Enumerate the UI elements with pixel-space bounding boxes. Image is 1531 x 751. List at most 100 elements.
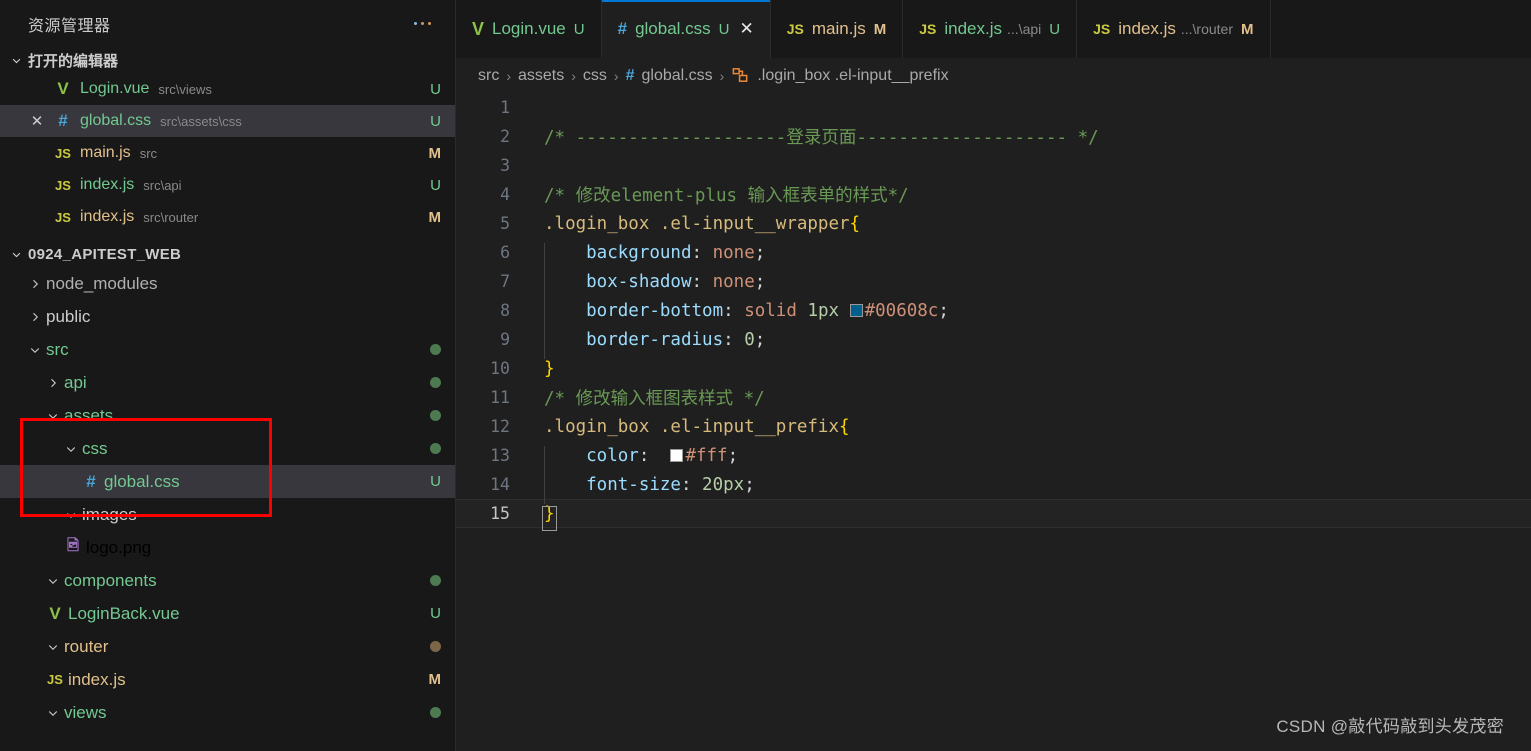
vue-file-icon: V (57, 79, 69, 98)
open-editor-path: src\api (143, 177, 182, 193)
tab-global-css[interactable]: # global.css U ✕ (601, 0, 771, 58)
breadcrumb-item-src[interactable]: src (478, 67, 499, 85)
tree-item-loginback-vue[interactable]: V LoginBack.vue U (0, 597, 455, 630)
code-line-2: 2 /* --------------------登录页面------------… (456, 122, 1531, 151)
code-token: : (723, 329, 745, 350)
code-text[interactable]: border-bottom: solid 1px #00608c; (534, 300, 949, 330)
tree-item-views[interactable]: views (0, 696, 455, 729)
git-status-dot (430, 443, 441, 454)
tab-status-badge: U (573, 20, 585, 38)
ellipsis-icon[interactable] (406, 16, 439, 31)
tree-item-label: images (82, 504, 137, 524)
css-file-icon: # (617, 19, 628, 38)
git-status-dot (430, 641, 441, 652)
tree-item-css[interactable]: css (0, 432, 455, 465)
code-text[interactable]: font-size: 20px; (534, 474, 755, 504)
open-editor-path: src\views (158, 81, 212, 97)
open-editor-name: main.js (80, 144, 131, 161)
tab-main-js[interactable]: JS main.js M (770, 0, 904, 58)
tab-label: main.js (811, 19, 866, 38)
breadcrumb-item-assets[interactable]: assets (518, 67, 564, 85)
open-editor-name: Login.vue (80, 80, 150, 97)
tree-item-api[interactable]: api (0, 366, 455, 399)
open-editor-item-index-js-router[interactable]: JS index.js src\router M (0, 201, 455, 233)
code-text[interactable]: } (534, 359, 555, 379)
breadcrumb-item-css[interactable]: css (583, 67, 607, 85)
tab-status-badge: U (1049, 20, 1061, 38)
git-status-dot (430, 410, 441, 421)
code-token: : (680, 474, 703, 495)
code-token: /* 修改element-plus 输入框表单的样式*/ (544, 186, 909, 206)
status-badge: U (430, 473, 441, 490)
tree-item-label: router (64, 636, 109, 656)
tab-label: global.css (635, 19, 711, 38)
tree-item-images[interactable]: images (0, 498, 455, 531)
open-editor-item-main-js[interactable]: JS main.js src M (0, 137, 455, 169)
code-token: { (849, 213, 861, 234)
code-token: 0 (744, 329, 755, 350)
code-token: ; (727, 445, 739, 466)
line-number: 14 (490, 475, 510, 494)
tree-item-label: css (82, 438, 108, 458)
tab-status-badge: U (718, 20, 730, 38)
code-text[interactable]: box-shadow: none; (534, 271, 765, 301)
color-swatch[interactable] (849, 303, 863, 317)
code-text[interactable]: /* 修改输入框图表样式 */ (534, 385, 765, 410)
code-token: border-radius (544, 329, 724, 350)
close-icon[interactable]: ✕ (24, 112, 50, 130)
code-editor[interactable]: 1 2/* --------------------登录页面-----------… (456, 93, 1531, 751)
breadcrumb-item-global-css[interactable]: global.css (642, 67, 713, 85)
color-swatch[interactable] (670, 448, 684, 462)
tree-item-global-css[interactable]: # global.css U (0, 465, 455, 498)
open-editor-item-index-js-api[interactable]: JS index.js src\api U (0, 169, 455, 201)
tab-index-js-router[interactable]: JS index.js ...\router M (1077, 0, 1271, 58)
tab-index-js-api[interactable]: JS index.js ...\api U (903, 0, 1078, 58)
git-status-dot (430, 575, 441, 586)
tree-item-src[interactable]: src (0, 333, 455, 366)
tree-item-node_modules[interactable]: node_modules (0, 267, 455, 300)
line-number: 10 (490, 359, 510, 378)
breadcrumb-item-symbol[interactable]: .login_box .el-input__prefix (757, 67, 948, 85)
tree-item-components[interactable]: components (0, 564, 455, 597)
open-editor-name: index.js (80, 176, 135, 193)
code-text[interactable]: background: none; (534, 242, 765, 272)
chevron-down-icon (42, 410, 64, 422)
status-badge: M (428, 144, 442, 162)
project-name: 0924_APITEST_WEB (28, 245, 182, 263)
tree-item-assets[interactable]: assets (0, 399, 455, 432)
line-number: 4 (500, 185, 510, 204)
code-line-5: 5 .login_box .el-input__wrapper{ (456, 209, 1531, 238)
tree-item-index-js[interactable]: JS index.js M (0, 663, 455, 696)
code-token: font-size (544, 474, 681, 495)
vscode-window: 资源管理器 打开的编辑器 V Login.vue src\views U ✕ # (0, 0, 1531, 751)
open-editors-section-header[interactable]: 打开的编辑器 (0, 47, 455, 73)
line-number: 3 (500, 156, 510, 175)
chevron-right-icon (24, 311, 46, 323)
indent-guide (544, 242, 545, 272)
line-number: 11 (490, 388, 510, 407)
code-token: none (712, 271, 755, 292)
explorer-sidebar: 资源管理器 打开的编辑器 V Login.vue src\views U ✕ # (0, 0, 456, 751)
line-number: 6 (500, 243, 510, 262)
tab-directory: ...\router (1180, 21, 1234, 37)
code-text[interactable]: .login_box .el-input__wrapper{ (534, 214, 860, 234)
open-editor-item-global-css[interactable]: ✕ # global.css src\assets\css U (0, 105, 455, 137)
csdn-watermark: CSDN @敲代码敲到头发茂密 (1276, 717, 1504, 736)
code-text[interactable]: color: #fff; (534, 445, 739, 475)
tab-bar-filler (1270, 0, 1531, 58)
code-text[interactable]: } (534, 504, 557, 531)
tree-item-label: index.js (68, 669, 126, 689)
code-text[interactable]: /* --------------------登录页面-------------… (534, 124, 1099, 149)
code-text[interactable]: /* 修改element-plus 输入框表单的样式*/ (534, 182, 909, 207)
tree-item-router[interactable]: router (0, 630, 455, 663)
open-editor-item-login-vue[interactable]: V Login.vue src\views U (0, 73, 455, 105)
tab-login-vue[interactable]: V Login.vue U (456, 0, 602, 58)
tree-item-public[interactable]: public (0, 300, 455, 333)
project-section-header[interactable]: 0924_APITEST_WEB (0, 241, 455, 267)
code-token: : (691, 271, 713, 292)
tab-close-icon[interactable]: ✕ (740, 19, 754, 39)
code-text[interactable]: border-radius: 0; (534, 329, 765, 359)
tree-item-logo-png[interactable]: 🖻 logo.png (0, 531, 455, 564)
code-text[interactable]: .login_box .el-input__prefix{ (534, 417, 850, 437)
tree-item-label: components (64, 570, 157, 590)
